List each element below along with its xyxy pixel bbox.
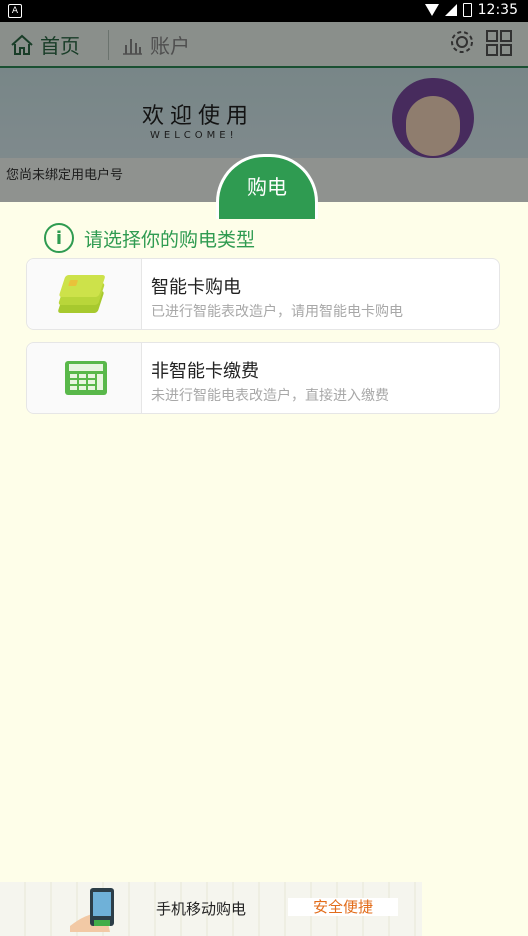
ad-banner[interactable]: 手机移动购电 安全便捷: [0, 882, 422, 936]
info-icon: i: [44, 223, 74, 253]
clock: 12:35: [477, 2, 518, 18]
buy-electricity-label: 购电: [247, 175, 287, 199]
option-title: 非智能卡缴费: [151, 361, 259, 382]
option-smart-card[interactable]: 智能卡购电 已进行智能表改造户，请用智能电卡购电: [26, 258, 500, 330]
phone-hand-icon: [70, 888, 114, 932]
option-description: 已进行智能表改造户，请用智能电卡购电: [151, 304, 403, 320]
battery-icon: [462, 3, 472, 17]
option-icon-box: [27, 259, 142, 329]
purchase-type-sheet: i 请选择你的购电类型 智能卡购电 已进行智能表改造户，请用智能电卡购电 非智能…: [0, 202, 528, 882]
notification-icon: A: [8, 4, 22, 18]
option-non-smart-card[interactable]: 非智能卡缴费 未进行智能电表改造户，直接进入缴费: [26, 342, 500, 414]
status-bar: A 12:35: [0, 0, 528, 22]
ad-text: 手机移动购电: [156, 900, 247, 918]
signal-icon: [444, 4, 457, 16]
sheet-header: i 请选择你的购电类型: [44, 220, 255, 256]
wifi-icon: [424, 4, 439, 16]
smart-card-icon: [58, 275, 105, 313]
calculator-icon: [65, 361, 107, 395]
ad-highlight: 安全便捷: [288, 898, 398, 916]
option-title: 智能卡购电: [151, 277, 241, 298]
status-icons: 12:35: [424, 2, 518, 18]
sheet-title: 请选择你的购电类型: [84, 228, 256, 251]
option-icon-box: [27, 343, 142, 413]
option-description: 未进行智能电表改造户，直接进入缴费: [151, 388, 389, 404]
